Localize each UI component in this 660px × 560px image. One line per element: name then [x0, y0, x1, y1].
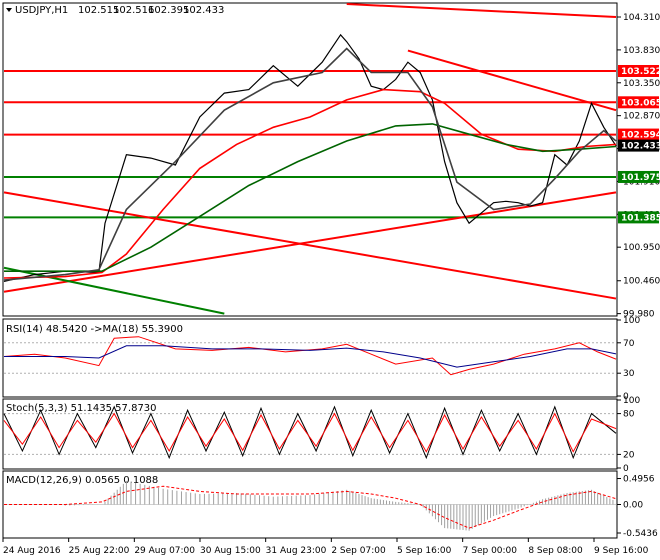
- stoch-axis-tick-label: 20: [623, 450, 635, 460]
- rsi-axis-tick-label: 70: [623, 339, 635, 349]
- price-axis-tick-label: 100.950: [623, 243, 660, 253]
- stoch-axis-tick-label: 100: [623, 396, 640, 406]
- time-tick-label: 8 Sep 08:00: [528, 546, 583, 556]
- price-axis-tick-label: 103.830: [623, 46, 660, 56]
- time-tick-label: 29 Aug 07:00: [134, 546, 195, 556]
- price-axis-tick-label: 104.310: [623, 13, 660, 23]
- chart-root: USDJPY,H1 102.515 102.516 102.395 102.43…: [0, 0, 660, 560]
- price-axis-tick-label: 103.350: [623, 79, 660, 89]
- price-tag-label: 103.522: [621, 67, 660, 77]
- price-tag-label: 101.975: [621, 173, 660, 183]
- time-tick-label: 5 Sep 16:00: [397, 546, 452, 556]
- price-tag-label: 103.065: [621, 98, 660, 108]
- price-axis-tick-label: 102.870: [623, 112, 660, 122]
- rsi-label: RSI(14) 48.5420 ->MA(18) 55.3900: [6, 324, 183, 335]
- macd-axis-tick-label: 0.4956: [623, 475, 655, 485]
- price-tag-label: 101.385: [621, 213, 660, 223]
- price-tag-label: 102.433: [621, 142, 660, 152]
- stoch-axis-tick-label: 80: [623, 410, 635, 420]
- macd-axis-tick-label: -0.5436: [623, 529, 658, 539]
- macd-axis-tick-label: 0.00: [623, 501, 643, 511]
- rsi-axis-tick-label: 100: [623, 316, 640, 326]
- time-tick-label: 24 Aug 2016: [3, 546, 61, 556]
- time-tick-label: 31 Aug 23:00: [266, 546, 327, 556]
- stoch-axis-tick-label: 0: [623, 464, 629, 474]
- price-axis-tick-label: 100.460: [623, 277, 660, 287]
- time-tick-label: 7 Sep 00:00: [463, 546, 518, 556]
- ohlc-close: 102.433: [183, 5, 224, 16]
- price-tag-label: 102.594: [621, 131, 660, 141]
- chart-title: USDJPY,H1: [15, 5, 68, 16]
- time-tick-label: 25 Aug 22:00: [69, 546, 130, 556]
- stoch-label: Stoch(5,3,3) 51.1435 57.8730: [6, 403, 157, 414]
- time-tick-label: 2 Sep 07:00: [331, 546, 386, 556]
- time-tick-label: 30 Aug 15:00: [200, 546, 261, 556]
- time-tick-label: 9 Sep 16:00: [594, 546, 649, 556]
- rsi-axis-tick-label: 30: [623, 369, 635, 379]
